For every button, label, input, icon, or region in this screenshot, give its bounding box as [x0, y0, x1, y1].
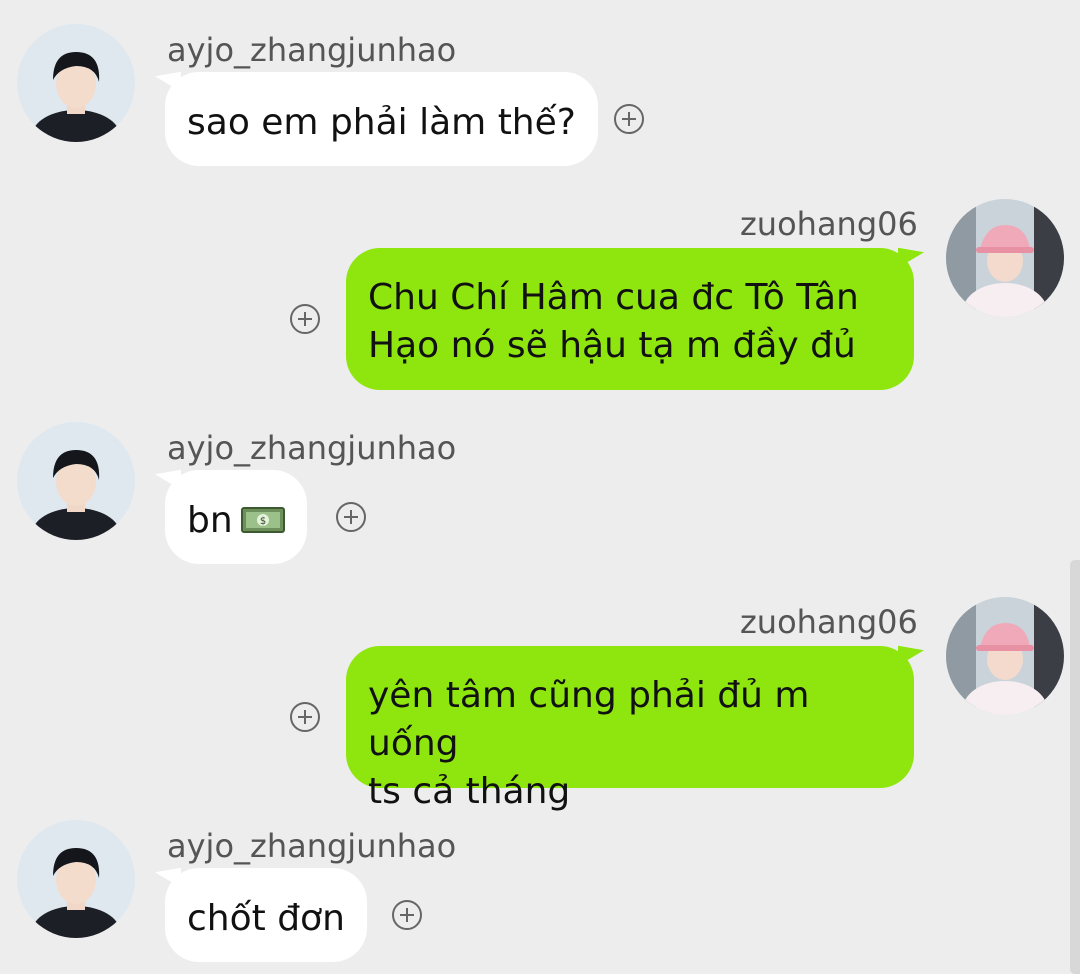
- message-bubble[interactable]: bn $: [165, 470, 307, 564]
- message-text-line: ts cả tháng: [368, 771, 571, 812]
- scrollbar[interactable]: [1070, 560, 1080, 974]
- plus-circle-icon[interactable]: [290, 304, 320, 334]
- message-text-line: yên tâm cũng phải đủ m uống: [368, 675, 810, 764]
- avatar-photo: [17, 24, 135, 142]
- sender-avatar[interactable]: [946, 199, 1064, 317]
- message-text: bn: [187, 500, 233, 541]
- plus-circle-icon[interactable]: [336, 502, 366, 532]
- svg-text:$: $: [259, 516, 265, 527]
- avatar-photo: [17, 422, 135, 540]
- sender-avatar[interactable]: [17, 24, 135, 142]
- avatar-photo: [17, 820, 135, 938]
- message-text-line: Chu Chí Hâm cua đc Tô Tân: [368, 277, 859, 318]
- sender-avatar[interactable]: [946, 597, 1064, 715]
- message-bubble[interactable]: chốt đơn: [165, 868, 367, 962]
- message-bubble[interactable]: Chu Chí Hâm cua đc Tô Tân Hạo nó sẽ hậu …: [346, 248, 914, 390]
- chat-thread: ayjo_zhangjunhao sao em phải làm thế? zu…: [0, 0, 1080, 974]
- plus-circle-icon[interactable]: [392, 900, 422, 930]
- sender-username: ayjo_zhangjunhao: [167, 429, 457, 467]
- avatar-photo: [946, 597, 1064, 715]
- message-text: sao em phải làm thế?: [187, 102, 576, 143]
- message-bubble[interactable]: yên tâm cũng phải đủ m uống ts cả tháng: [346, 646, 914, 812]
- sender-username: ayjo_zhangjunhao: [167, 827, 457, 865]
- message-text-line: Hạo nó sẽ hậu tạ m đầy đủ: [368, 325, 856, 366]
- avatar-photo: [946, 199, 1064, 317]
- plus-circle-icon[interactable]: [614, 104, 644, 134]
- sender-username: ayjo_zhangjunhao: [167, 31, 457, 69]
- sender-avatar[interactable]: [17, 422, 135, 540]
- plus-circle-icon[interactable]: [290, 702, 320, 732]
- sender-username: zuohang06: [740, 603, 918, 641]
- sender-username: zuohang06: [740, 205, 918, 243]
- message-text: chốt đơn: [187, 898, 345, 939]
- dollar-banknote-icon: $: [240, 505, 285, 535]
- message-bubble[interactable]: sao em phải làm thế?: [165, 72, 598, 166]
- sender-avatar[interactable]: [17, 820, 135, 938]
